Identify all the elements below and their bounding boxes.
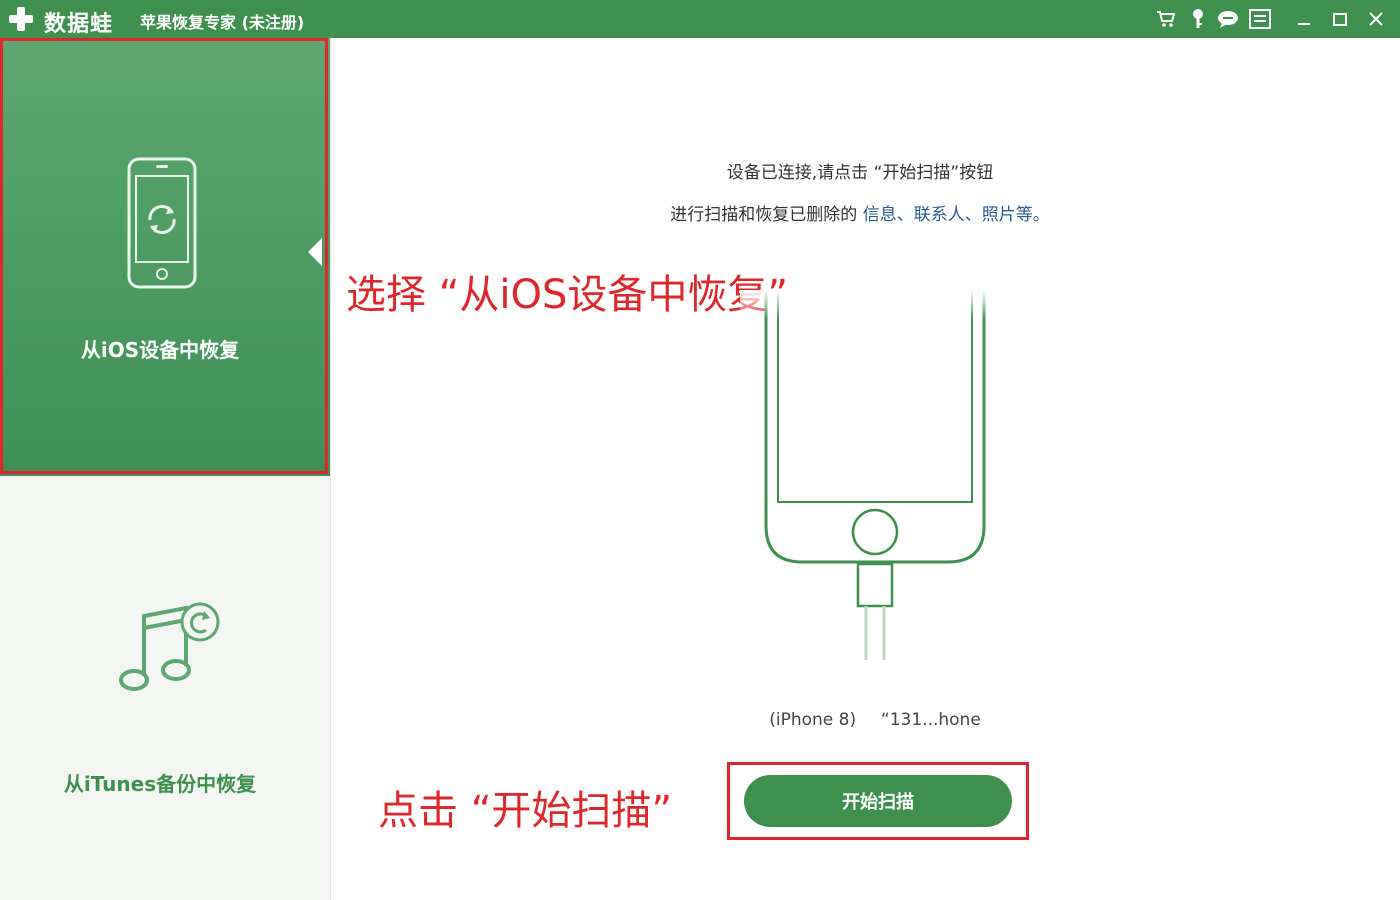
logo-plus-icon	[9, 7, 33, 31]
maximize-icon[interactable]	[1328, 7, 1352, 31]
cart-icon[interactable]	[1154, 7, 1178, 31]
device-name: “131...hone	[880, 710, 981, 730]
title-bar: 数据蛙 苹果恢复专家 (未注册)	[0, 0, 1400, 38]
sidebar-item-itunes-backup[interactable]: 从iTunes备份中恢复	[0, 476, 330, 900]
brand-name: 数据蛙	[44, 12, 114, 37]
menu-icon[interactable]	[1248, 7, 1272, 31]
instruction-line-1: 设备已连接,请点击 “开始扫描”按钮	[726, 163, 994, 183]
instruction-line-2-highlight: 信息、联系人、照片等。	[862, 205, 1050, 225]
device-model: (iPhone 8)	[769, 710, 857, 730]
highlight-box-scan	[727, 762, 1029, 840]
close-icon[interactable]	[1364, 7, 1388, 31]
phone-illustration	[740, 290, 1010, 660]
key-icon[interactable]	[1186, 7, 1210, 31]
device-info: (iPhone 8) “131...hone	[620, 710, 1130, 730]
app-title: 苹果恢复专家 (未注册)	[140, 13, 305, 32]
music-note-icon	[119, 602, 220, 691]
instruction-line-2-text: 进行扫描和恢复已删除的	[670, 205, 858, 225]
annotation-select-hint: 选择 “从iOS设备中恢复”	[346, 272, 789, 318]
minimize-icon[interactable]	[1292, 7, 1316, 31]
instruction-line-2: 进行扫描和恢复已删除的 信息、联系人、照片等。	[560, 200, 1160, 225]
chat-icon[interactable]	[1216, 7, 1240, 31]
sidebar-item-label-itunes: 从iTunes备份中恢复	[63, 772, 257, 796]
annotation-click-hint: 点击 “开始扫描”	[378, 788, 673, 834]
highlight-box-sidebar	[0, 38, 328, 474]
